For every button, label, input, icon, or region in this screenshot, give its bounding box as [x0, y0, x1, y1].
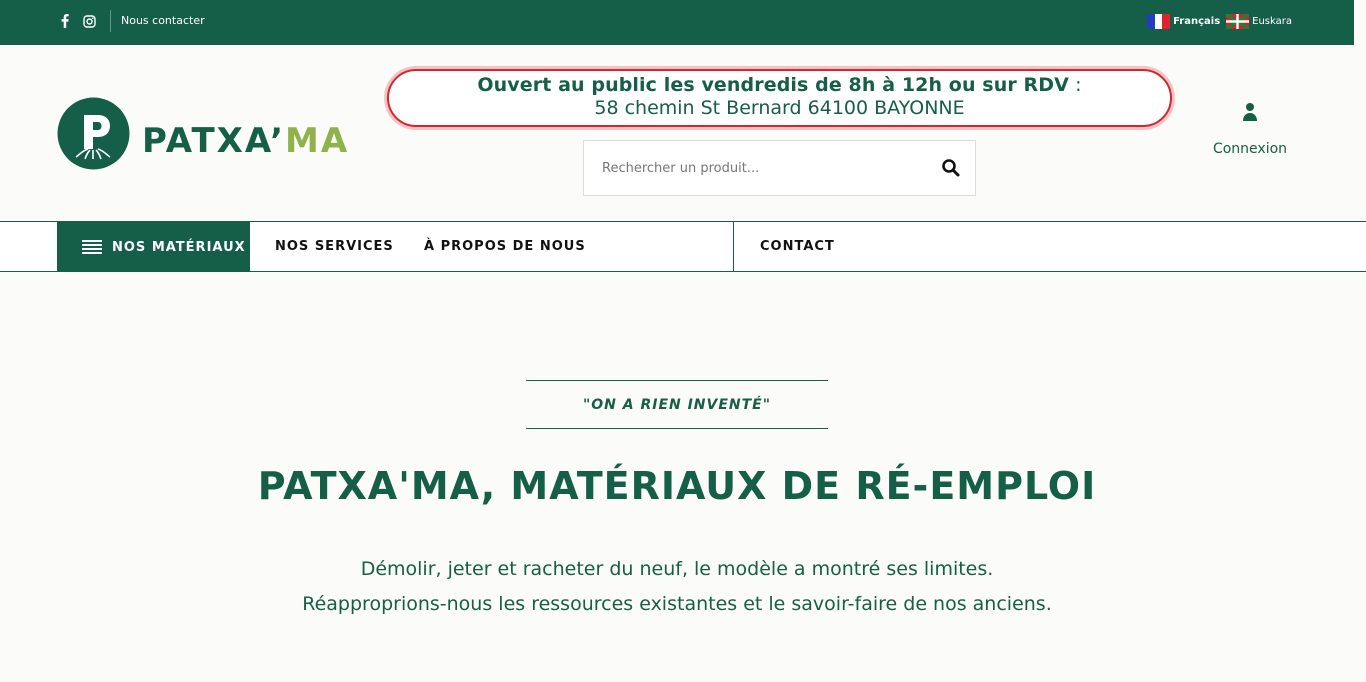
social-links — [58, 13, 96, 29]
hero-tagline: "ON A RIEN INVENTÉ" — [526, 380, 828, 429]
nav-materials-menu[interactable]: NOS MATÉRIAUX — [57, 222, 250, 272]
hero-description: Démolir, jeter et racheter du neuf, le m… — [0, 552, 1354, 622]
login-link[interactable]: Connexion — [1208, 102, 1292, 157]
opening-hours-colon: : — [1068, 74, 1082, 96]
store-address: 58 chemin St Bernard 64100 BAYONNE — [594, 97, 965, 119]
search-input[interactable] — [584, 141, 924, 195]
top-bar: Nous contacter Français Euskara — [0, 0, 1354, 45]
hamburger-menu-icon — [82, 240, 102, 254]
contact-link[interactable]: Nous contacter — [121, 14, 205, 27]
nav-item-contact[interactable]: CONTACT — [760, 239, 835, 254]
product-search — [583, 140, 976, 196]
france-flag-icon — [1147, 14, 1171, 29]
language-switcher: Français Euskara — [1147, 14, 1292, 29]
language-basque-label: Euskara — [1252, 16, 1292, 27]
opening-hours-line: Ouvert au public les vendredis de 8h à 1… — [389, 74, 1170, 96]
nav-item-about[interactable]: À PROPOS DE NOUS — [424, 239, 586, 254]
user-icon — [1243, 103, 1257, 121]
nav-materials-label: NOS MATÉRIAUX — [112, 239, 246, 255]
facebook-icon[interactable] — [58, 13, 72, 29]
language-french[interactable]: Français — [1147, 14, 1220, 29]
logo-wordmark: PATXA’MA — [142, 121, 349, 161]
hero-text-line-1: Démolir, jeter et racheter du neuf, le m… — [360, 558, 994, 580]
logo-text-accent: MA — [285, 120, 350, 161]
hero-title: PATXA'MA, MATÉRIAUX DE RÉ-EMPLOI — [257, 464, 1097, 508]
topbar-divider — [110, 10, 111, 32]
nav-item-services[interactable]: NOS SERVICES — [275, 239, 394, 254]
instagram-icon[interactable] — [82, 13, 96, 29]
hero-text-line-2: Réapproprions-nous les ressources exista… — [302, 593, 1052, 615]
site-logo[interactable]: PATXA’MA — [57, 97, 349, 170]
logo-tree-icon — [57, 97, 130, 170]
search-icon[interactable] — [941, 158, 961, 178]
nav-divider — [733, 222, 734, 272]
basque-flag-icon — [1226, 14, 1250, 29]
main-navigation: NOS MATÉRIAUX NOS SERVICES À PROPOS DE N… — [0, 221, 1366, 272]
logo-text-main: PATXA’ — [142, 120, 285, 161]
language-french-label: Français — [1173, 16, 1221, 27]
login-label: Connexion — [1212, 141, 1288, 157]
language-basque[interactable]: Euskara — [1226, 14, 1292, 29]
opening-hours-banner: Ouvert au public les vendredis de 8h à 1… — [387, 69, 1172, 127]
opening-hours-text: Ouvert au public les vendredis de 8h à 1… — [477, 74, 1069, 96]
